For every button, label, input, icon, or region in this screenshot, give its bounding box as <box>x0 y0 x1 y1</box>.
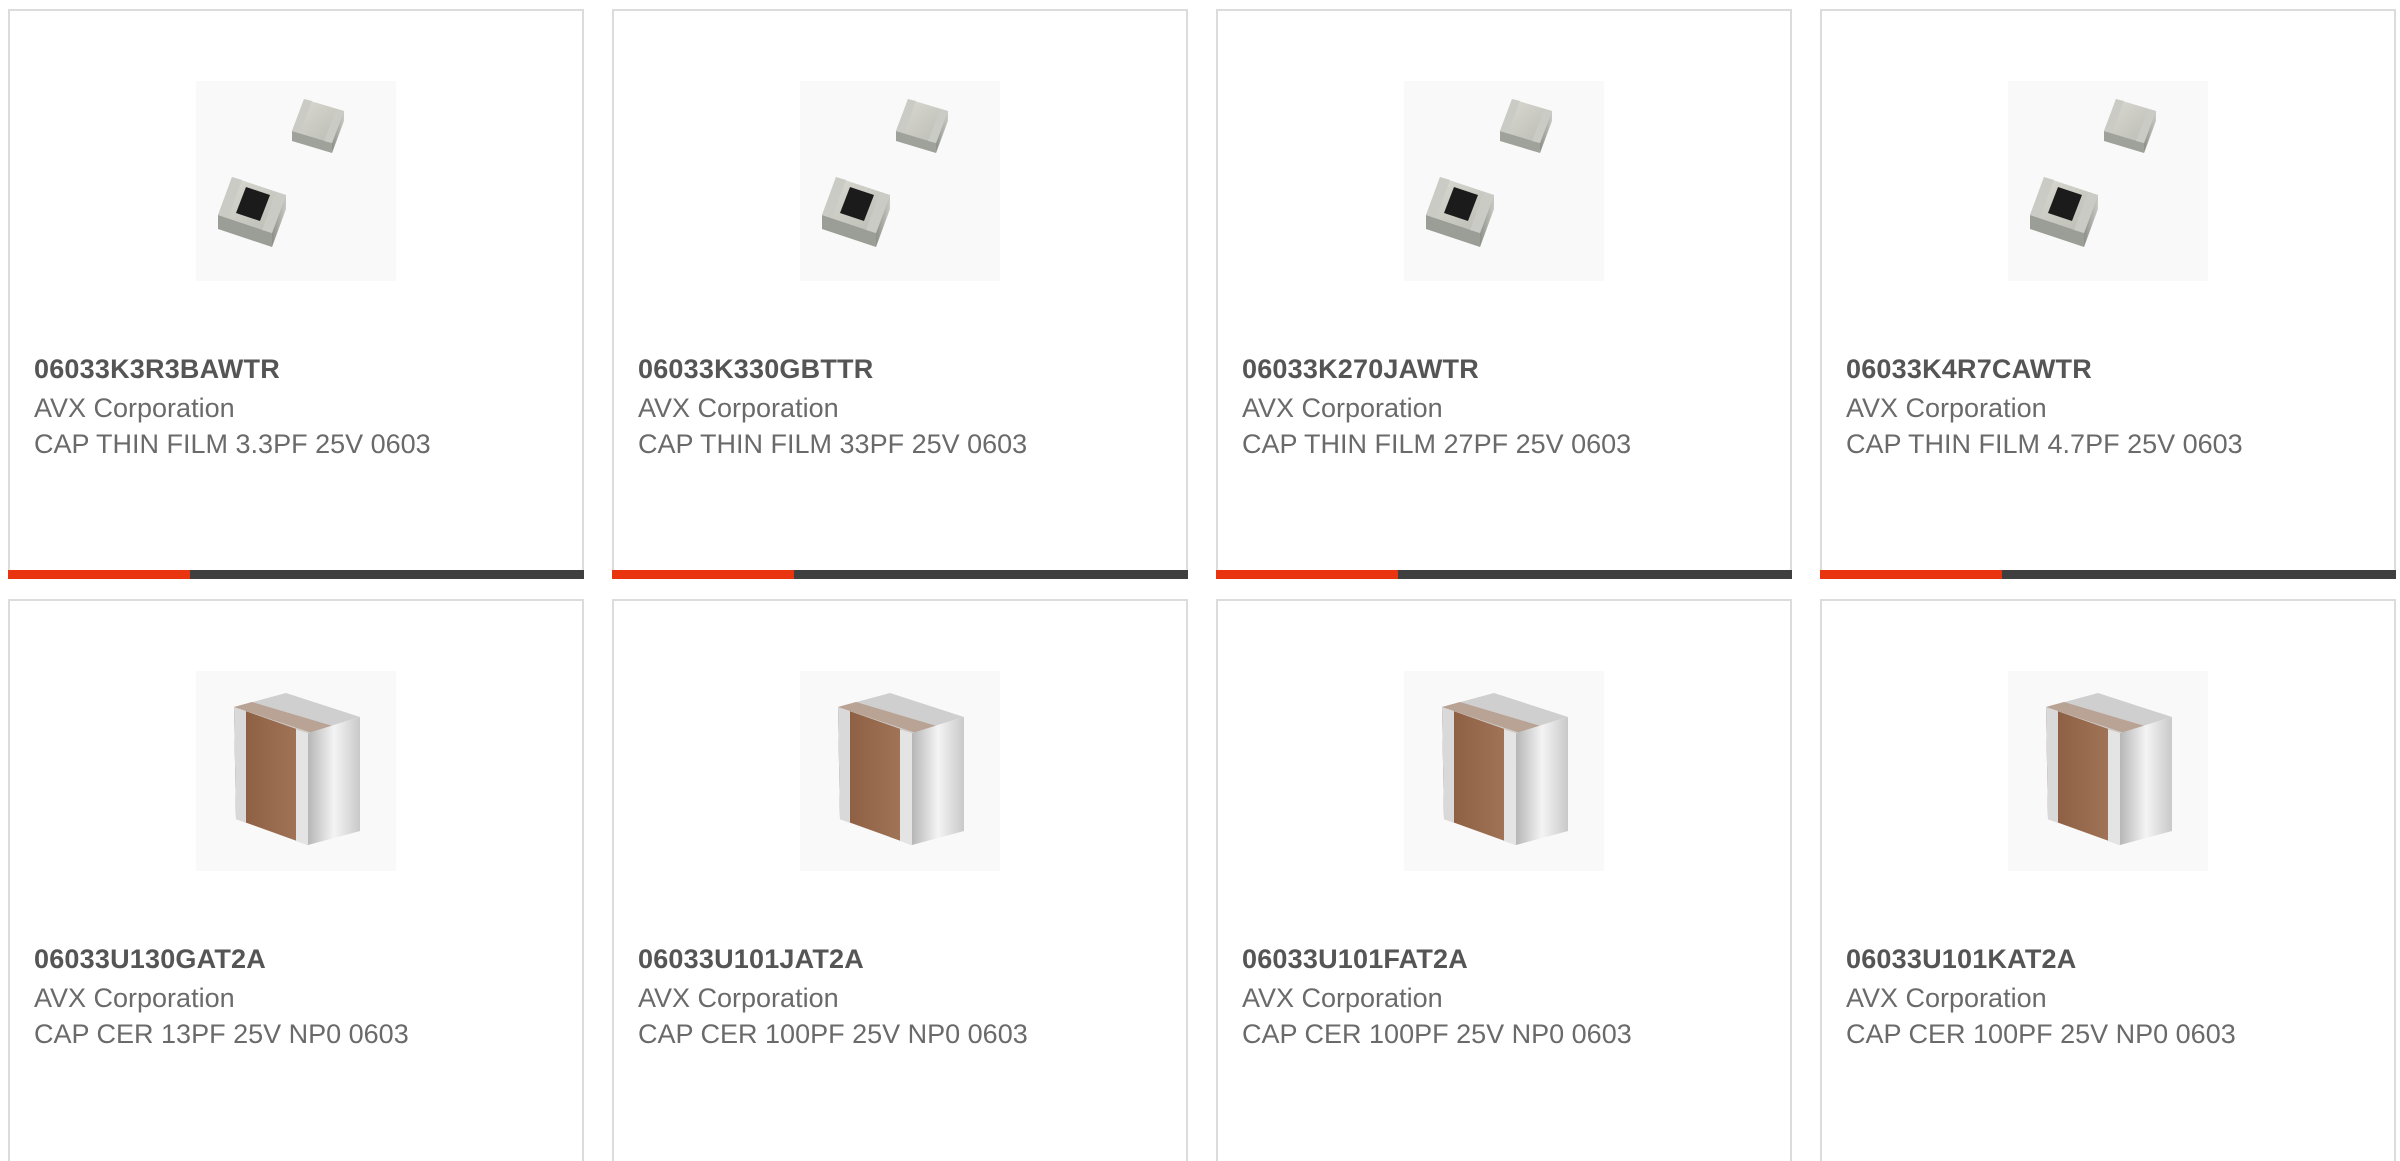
thin-film-chip-capacitor-icon <box>1426 99 1552 247</box>
ceramic-chip-capacitor-icon <box>1442 693 1568 845</box>
manufacturer-name: AVX Corporation <box>1846 393 2047 423</box>
card-accent-bar <box>1820 570 2396 579</box>
thin-film-chip-capacitor-icon <box>2030 99 2156 247</box>
product-image[interactable] <box>2008 671 2208 871</box>
manufacturer-name: AVX Corporation <box>638 983 839 1013</box>
product-image[interactable] <box>800 671 1000 871</box>
product-image[interactable] <box>196 671 396 871</box>
manufacturer-name: AVX Corporation <box>34 983 235 1013</box>
part-number[interactable]: 06033K330GBTTR <box>638 354 873 385</box>
card-accent-fill <box>612 570 794 579</box>
product-image[interactable] <box>1404 671 1604 871</box>
thin-film-chip-capacitor-icon <box>218 99 344 247</box>
part-number[interactable]: 06033K270JAWTR <box>1242 354 1479 385</box>
card-accent-bar <box>612 570 1188 579</box>
product-card[interactable]: 06033U130GAT2A AVX Corporation CAP CER 13P… <box>8 599 584 1161</box>
ceramic-chip-capacitor-icon <box>838 693 964 845</box>
manufacturer-name: AVX Corporation <box>1846 983 2047 1013</box>
product-description: CAP THIN FILM 4.7PF 25V 0603 <box>1846 429 2243 459</box>
product-description: CAP THIN FILM 3.3PF 25V 0603 <box>34 429 431 459</box>
part-number[interactable]: 06033U101JAT2A <box>638 944 864 975</box>
product-description: CAP THIN FILM 33PF 25V 0603 <box>638 429 1028 459</box>
card-accent-bar <box>8 570 584 579</box>
manufacturer-name: AVX Corporation <box>638 393 839 423</box>
part-number[interactable]: 06033U101FAT2A <box>1242 944 1468 975</box>
product-image[interactable] <box>800 81 1000 281</box>
manufacturer-name: AVX Corporation <box>1242 393 1443 423</box>
card-accent-bar <box>1216 570 1792 579</box>
product-image[interactable] <box>196 81 396 281</box>
product-card[interactable]: 06033K4R7CAWTR AVX Corporation CAP THIN FI… <box>1820 9 2396 579</box>
part-number[interactable]: 06033K3R3BAWTR <box>34 354 280 385</box>
product-card[interactable]: 06033U101JAT2A AVX Corporation CAP CER 100… <box>612 599 1188 1161</box>
product-image[interactable] <box>1404 81 1604 281</box>
part-number[interactable]: 06033U101KAT2A <box>1846 944 2076 975</box>
card-accent-fill <box>1216 570 1398 579</box>
card-accent-fill <box>1820 570 2002 579</box>
manufacturer-name: AVX Corporation <box>34 393 235 423</box>
product-description: CAP THIN FILM 27PF 25V 0603 <box>1242 429 1632 459</box>
thin-film-chip-capacitor-icon <box>822 99 948 247</box>
product-description: CAP CER 100PF 25V NP0 0603 <box>1242 1019 1632 1049</box>
product-card[interactable]: 06033K270JAWTR AVX Corporation CAP THIN FI… <box>1216 9 1792 579</box>
part-number[interactable]: 06033U130GAT2A <box>34 944 266 975</box>
product-card[interactable]: 06033K330GBTTR AVX Corporation CAP THIN FI… <box>612 9 1188 579</box>
manufacturer-name: AVX Corporation <box>1242 983 1443 1013</box>
product-card[interactable]: 06033U101KAT2A AVX Corporation CAP CER 100… <box>1820 599 2396 1161</box>
card-accent-fill <box>8 570 190 579</box>
product-card[interactable]: 06033U101FAT2A AVX Corporation CAP CER 100… <box>1216 599 1792 1161</box>
product-card[interactable]: 06033K3R3BAWTR AVX Corporation CAP THIN FI… <box>8 9 584 579</box>
product-description: CAP CER 100PF 25V NP0 0603 <box>638 1019 1028 1049</box>
part-number[interactable]: 06033K4R7CAWTR <box>1846 354 2092 385</box>
ceramic-chip-capacitor-icon <box>234 693 360 845</box>
product-description: CAP CER 13PF 25V NP0 0603 <box>34 1019 409 1049</box>
ceramic-chip-capacitor-icon <box>2046 693 2172 845</box>
product-grid: 06033K3R3BAWTR AVX Corporation CAP THIN FI… <box>0 0 2400 1161</box>
product-image[interactable] <box>2008 81 2208 281</box>
product-description: CAP CER 100PF 25V NP0 0603 <box>1846 1019 2236 1049</box>
